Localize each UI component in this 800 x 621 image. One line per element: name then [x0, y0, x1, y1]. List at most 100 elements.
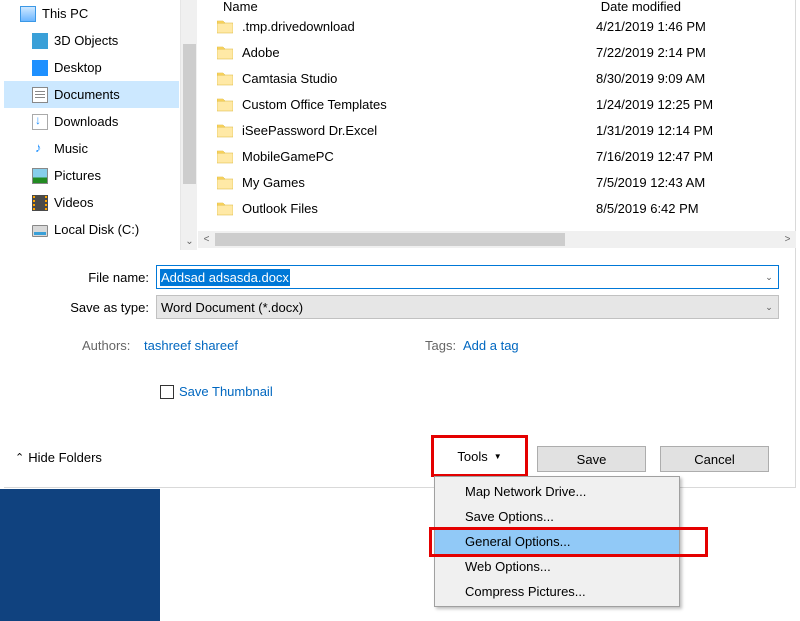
nav-item-desktop[interactable]: Desktop	[4, 54, 179, 81]
file-date: 4/21/2019 1:46 PM	[596, 19, 796, 34]
nav-item-documents[interactable]: Documents	[4, 81, 179, 108]
file-name-label: File name:	[4, 270, 156, 285]
column-header-name[interactable]: Name	[223, 0, 258, 14]
file-name-dropdown-arrow[interactable]: ⌄	[760, 266, 778, 288]
nav-scroll-thumb[interactable]	[183, 44, 196, 184]
folder-icon	[217, 176, 233, 188]
nav-item-pictures[interactable]: Pictures	[4, 162, 179, 189]
down-icon	[32, 114, 48, 130]
chevron-up-icon: ⌃	[15, 451, 24, 464]
nav-item-label: Desktop	[54, 60, 102, 75]
file-row[interactable]: My Games7/5/2019 12:43 AM	[198, 169, 796, 195]
file-row[interactable]: .tmp.drivedownload4/21/2019 1:46 PM	[198, 13, 796, 39]
save-as-type-select[interactable]: Word Document (*.docx) ⌄	[156, 295, 779, 319]
nav-item-label: Downloads	[54, 114, 118, 129]
3d-icon	[32, 33, 48, 49]
save-as-type-dropdown-arrow[interactable]: ⌄	[760, 296, 778, 318]
file-name: Custom Office Templates	[242, 97, 596, 112]
file-name: iSeePassword Dr.Excel	[242, 123, 596, 138]
pc-icon	[20, 6, 36, 22]
save-button-label: Save	[577, 452, 607, 467]
menu-item-general-options[interactable]: General Options...	[435, 529, 679, 554]
hide-folders-label: Hide Folders	[28, 450, 102, 465]
save-as-type-label: Save as type:	[4, 300, 156, 315]
file-date: 1/31/2019 12:14 PM	[596, 123, 796, 138]
menu-item-compress-pictures[interactable]: Compress Pictures...	[435, 579, 679, 604]
save-thumbnail-checkbox[interactable]	[160, 385, 174, 399]
nav-item-videos[interactable]: Videos	[4, 189, 179, 216]
file-row[interactable]: Adobe7/22/2019 2:14 PM	[198, 39, 796, 65]
tools-dropdown-arrow-icon: ▼	[494, 452, 502, 461]
save-button[interactable]: Save	[537, 446, 646, 472]
file-name: MobileGamePC	[242, 149, 596, 164]
file-date: 7/16/2019 12:47 PM	[596, 149, 796, 164]
nav-item-label: 3D Objects	[54, 33, 118, 48]
tools-button[interactable]: Tools ▼	[440, 443, 520, 469]
hscroll-right-arrow[interactable]: >	[779, 231, 796, 248]
hide-folders-button[interactable]: ⌃ Hide Folders	[15, 450, 102, 465]
disk-icon	[32, 225, 48, 237]
file-date: 1/24/2019 12:25 PM	[596, 97, 796, 112]
pic-icon	[32, 168, 48, 184]
save-thumbnail-label[interactable]: Save Thumbnail	[179, 384, 273, 399]
nav-item-local-disk-c-[interactable]: Local Disk (C:)	[4, 216, 179, 243]
cancel-button[interactable]: Cancel	[660, 446, 769, 472]
menu-item-map-network-drive[interactable]: Map Network Drive...	[435, 479, 679, 504]
file-date: 7/5/2019 12:43 AM	[596, 175, 796, 190]
doc-icon	[32, 87, 48, 103]
hscroll-left-arrow[interactable]: <	[198, 231, 215, 248]
file-date: 8/5/2019 6:42 PM	[596, 201, 796, 216]
file-name: Camtasia Studio	[242, 71, 596, 86]
menu-item-web-options[interactable]: Web Options...	[435, 554, 679, 579]
file-row[interactable]: iSeePassword Dr.Excel1/31/2019 12:14 PM	[198, 117, 796, 143]
nav-scroll-down[interactable]: ⌄	[181, 233, 198, 250]
background-app-strip	[0, 489, 160, 621]
folder-icon	[217, 98, 233, 110]
file-name: Outlook Files	[242, 201, 596, 216]
folder-icon	[217, 20, 233, 32]
nav-item-label: Videos	[54, 195, 94, 210]
authors-label: Authors:	[82, 338, 130, 353]
folder-icon	[217, 150, 233, 162]
tools-highlight-box: Tools ▼	[431, 435, 528, 477]
desktop-icon	[32, 60, 48, 76]
nav-item-downloads[interactable]: Downloads	[4, 108, 179, 135]
file-name: My Games	[242, 175, 596, 190]
nav-item-music[interactable]: Music	[4, 135, 179, 162]
folder-icon	[217, 72, 233, 84]
file-row[interactable]: MobileGamePC7/16/2019 12:47 PM	[198, 143, 796, 169]
folder-icon	[217, 124, 233, 136]
file-date: 8/30/2019 9:09 AM	[596, 71, 796, 86]
nav-item-label: Documents	[54, 87, 120, 102]
nav-item-this-pc[interactable]: This PC	[4, 0, 179, 27]
vid-icon	[32, 195, 48, 211]
tools-dropdown-menu: Map Network Drive...Save Options...Gener…	[434, 476, 680, 607]
hscroll-thumb[interactable]	[215, 233, 565, 246]
file-row[interactable]: Custom Office Templates1/24/2019 12:25 P…	[198, 91, 796, 117]
file-row[interactable]: Outlook Files8/5/2019 6:42 PM	[198, 195, 796, 221]
column-header-date[interactable]: Date modified	[601, 0, 681, 14]
nav-item-3d-objects[interactable]: 3D Objects	[4, 27, 179, 54]
file-name-input[interactable]: Addsad adsasda.docx ⌄	[156, 265, 779, 289]
folder-icon	[217, 46, 233, 58]
nav-item-label: Local Disk (C:)	[54, 222, 139, 237]
save-as-type-value: Word Document (*.docx)	[161, 300, 303, 315]
nav-item-label: Pictures	[54, 168, 101, 183]
music-icon	[32, 141, 48, 157]
tags-value[interactable]: Add a tag	[463, 338, 519, 353]
file-horizontal-scrollbar[interactable]: < >	[198, 231, 796, 248]
file-row[interactable]: Camtasia Studio8/30/2019 9:09 AM	[198, 65, 796, 91]
file-name: .tmp.drivedownload	[242, 19, 596, 34]
cancel-button-label: Cancel	[694, 452, 734, 467]
file-date: 7/22/2019 2:14 PM	[596, 45, 796, 60]
file-name: Adobe	[242, 45, 596, 60]
tags-label: Tags:	[425, 338, 456, 353]
navigation-tree: This PC 3D Objects Desktop Documents Downloa…	[4, 0, 179, 250]
nav-item-label: This PC	[42, 6, 88, 21]
tools-button-label: Tools	[457, 449, 487, 464]
authors-value[interactable]: tashreef shareef	[144, 338, 238, 353]
menu-item-save-options[interactable]: Save Options...	[435, 504, 679, 529]
file-name-value[interactable]: Addsad adsasda.docx	[160, 269, 290, 286]
folder-icon	[217, 202, 233, 214]
nav-scrollbar[interactable]: ⌄	[180, 0, 197, 250]
